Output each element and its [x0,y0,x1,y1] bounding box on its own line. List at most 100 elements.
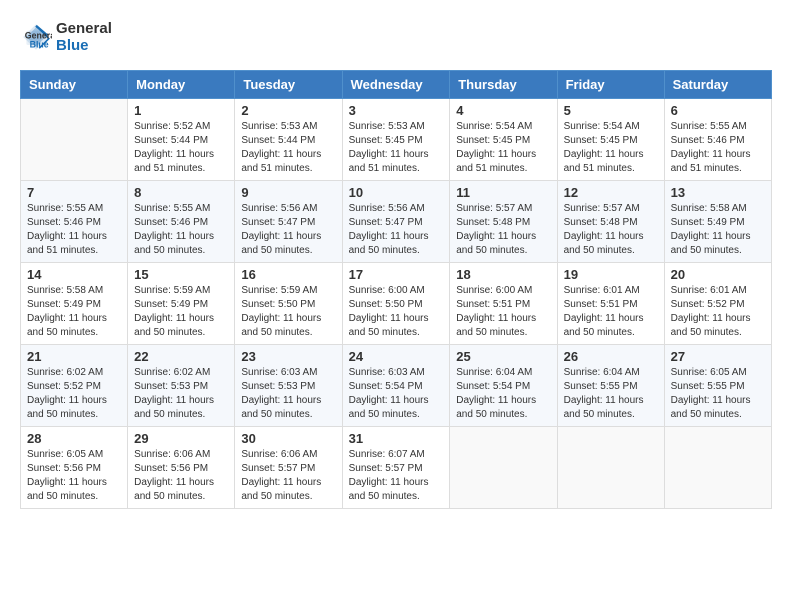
calendar-cell: 15 Sunrise: 5:59 AM Sunset: 5:49 PM Dayl… [128,263,235,345]
sunset-label: Sunset: 5:54 PM [456,381,530,392]
sunrise-label: Sunrise: 5:56 AM [241,203,317,214]
day-info: Sunrise: 5:57 AM Sunset: 5:48 PM Dayligh… [456,202,550,258]
sunrise-label: Sunrise: 6:06 AM [134,449,210,460]
day-info: Sunrise: 5:53 AM Sunset: 5:45 PM Dayligh… [349,120,444,176]
day-info: Sunrise: 5:53 AM Sunset: 5:44 PM Dayligh… [241,120,335,176]
day-info: Sunrise: 6:02 AM Sunset: 5:53 PM Dayligh… [134,366,228,422]
sunrise-label: Sunrise: 6:04 AM [564,367,640,378]
sunset-label: Sunset: 5:44 PM [241,135,315,146]
calendar-cell: 11 Sunrise: 5:57 AM Sunset: 5:48 PM Dayl… [450,181,557,263]
daylight-label: Daylight: 11 hours and 50 minutes. [134,477,214,502]
sunrise-label: Sunrise: 5:56 AM [349,203,425,214]
daylight-label: Daylight: 11 hours and 50 minutes. [349,313,429,338]
day-info: Sunrise: 5:54 AM Sunset: 5:45 PM Dayligh… [456,120,550,176]
sunrise-label: Sunrise: 5:58 AM [671,203,747,214]
daylight-label: Daylight: 11 hours and 50 minutes. [456,395,536,420]
sunset-label: Sunset: 5:46 PM [27,217,101,228]
calendar-cell: 7 Sunrise: 5:55 AM Sunset: 5:46 PM Dayli… [21,181,128,263]
logo-icon: General Blue [20,21,52,53]
sunset-label: Sunset: 5:51 PM [564,299,638,310]
sunrise-label: Sunrise: 6:03 AM [241,367,317,378]
logo-text-general: General [56,20,112,37]
weekday-header-friday: Friday [557,71,664,99]
day-info: Sunrise: 5:59 AM Sunset: 5:50 PM Dayligh… [241,284,335,340]
sunrise-label: Sunrise: 5:53 AM [241,121,317,132]
weekday-header-sunday: Sunday [21,71,128,99]
day-number: 27 [671,349,765,364]
svg-text:Blue: Blue [30,39,49,49]
day-number: 15 [134,267,228,282]
sunrise-label: Sunrise: 6:03 AM [349,367,425,378]
daylight-label: Daylight: 11 hours and 50 minutes. [349,231,429,256]
day-number: 14 [27,267,121,282]
day-number: 11 [456,185,550,200]
daylight-label: Daylight: 11 hours and 50 minutes. [564,313,644,338]
sunrise-label: Sunrise: 5:55 AM [27,203,103,214]
calendar-cell: 22 Sunrise: 6:02 AM Sunset: 5:53 PM Dayl… [128,345,235,427]
sunset-label: Sunset: 5:47 PM [241,217,315,228]
sunset-label: Sunset: 5:55 PM [564,381,638,392]
sunrise-label: Sunrise: 6:05 AM [27,449,103,460]
day-info: Sunrise: 6:04 AM Sunset: 5:54 PM Dayligh… [456,366,550,422]
day-number: 4 [456,103,550,118]
day-info: Sunrise: 6:03 AM Sunset: 5:53 PM Dayligh… [241,366,335,422]
day-number: 29 [134,431,228,446]
sunrise-label: Sunrise: 5:52 AM [134,121,210,132]
sunset-label: Sunset: 5:47 PM [349,217,423,228]
calendar-cell: 10 Sunrise: 5:56 AM Sunset: 5:47 PM Dayl… [342,181,450,263]
calendar-cell: 5 Sunrise: 5:54 AM Sunset: 5:45 PM Dayli… [557,99,664,181]
calendar-cell: 19 Sunrise: 6:01 AM Sunset: 5:51 PM Dayl… [557,263,664,345]
calendar-cell: 14 Sunrise: 5:58 AM Sunset: 5:49 PM Dayl… [21,263,128,345]
sunset-label: Sunset: 5:52 PM [671,299,745,310]
day-number: 22 [134,349,228,364]
day-number: 20 [671,267,765,282]
day-info: Sunrise: 6:07 AM Sunset: 5:57 PM Dayligh… [349,448,444,504]
sunrise-label: Sunrise: 5:53 AM [349,121,425,132]
daylight-label: Daylight: 11 hours and 50 minutes. [27,313,107,338]
calendar-cell: 31 Sunrise: 6:07 AM Sunset: 5:57 PM Dayl… [342,427,450,509]
sunset-label: Sunset: 5:48 PM [564,217,638,228]
day-info: Sunrise: 6:02 AM Sunset: 5:52 PM Dayligh… [27,366,121,422]
calendar-week-2: 7 Sunrise: 5:55 AM Sunset: 5:46 PM Dayli… [21,181,772,263]
calendar-cell: 18 Sunrise: 6:00 AM Sunset: 5:51 PM Dayl… [450,263,557,345]
sunset-label: Sunset: 5:45 PM [349,135,423,146]
day-number: 12 [564,185,658,200]
calendar-cell: 27 Sunrise: 6:05 AM Sunset: 5:55 PM Dayl… [664,345,771,427]
sunset-label: Sunset: 5:56 PM [134,463,208,474]
daylight-label: Daylight: 11 hours and 50 minutes. [456,231,536,256]
daylight-label: Daylight: 11 hours and 50 minutes. [671,395,751,420]
sunset-label: Sunset: 5:50 PM [241,299,315,310]
calendar-cell: 23 Sunrise: 6:03 AM Sunset: 5:53 PM Dayl… [235,345,342,427]
sunset-label: Sunset: 5:46 PM [134,217,208,228]
daylight-label: Daylight: 11 hours and 51 minutes. [134,149,214,174]
sunset-label: Sunset: 5:49 PM [27,299,101,310]
sunrise-label: Sunrise: 5:54 AM [456,121,532,132]
sunset-label: Sunset: 5:53 PM [134,381,208,392]
daylight-label: Daylight: 11 hours and 50 minutes. [241,395,321,420]
sunrise-label: Sunrise: 5:59 AM [134,285,210,296]
day-number: 3 [349,103,444,118]
sunrise-label: Sunrise: 6:06 AM [241,449,317,460]
daylight-label: Daylight: 11 hours and 51 minutes. [27,231,107,256]
sunrise-label: Sunrise: 5:57 AM [456,203,532,214]
sunrise-label: Sunrise: 5:55 AM [134,203,210,214]
sunrise-label: Sunrise: 6:01 AM [564,285,640,296]
daylight-label: Daylight: 11 hours and 50 minutes. [564,231,644,256]
day-number: 18 [456,267,550,282]
day-number: 16 [241,267,335,282]
day-number: 24 [349,349,444,364]
calendar-cell: 25 Sunrise: 6:04 AM Sunset: 5:54 PM Dayl… [450,345,557,427]
calendar-cell: 17 Sunrise: 6:00 AM Sunset: 5:50 PM Dayl… [342,263,450,345]
sunset-label: Sunset: 5:49 PM [134,299,208,310]
day-info: Sunrise: 5:55 AM Sunset: 5:46 PM Dayligh… [134,202,228,258]
calendar-week-1: 1 Sunrise: 5:52 AM Sunset: 5:44 PM Dayli… [21,99,772,181]
day-info: Sunrise: 5:54 AM Sunset: 5:45 PM Dayligh… [564,120,658,176]
sunset-label: Sunset: 5:44 PM [134,135,208,146]
sunset-label: Sunset: 5:55 PM [671,381,745,392]
calendar-cell: 2 Sunrise: 5:53 AM Sunset: 5:44 PM Dayli… [235,99,342,181]
daylight-label: Daylight: 11 hours and 50 minutes. [564,395,644,420]
daylight-label: Daylight: 11 hours and 50 minutes. [241,231,321,256]
day-number: 1 [134,103,228,118]
sunrise-label: Sunrise: 6:02 AM [134,367,210,378]
sunrise-label: Sunrise: 5:58 AM [27,285,103,296]
